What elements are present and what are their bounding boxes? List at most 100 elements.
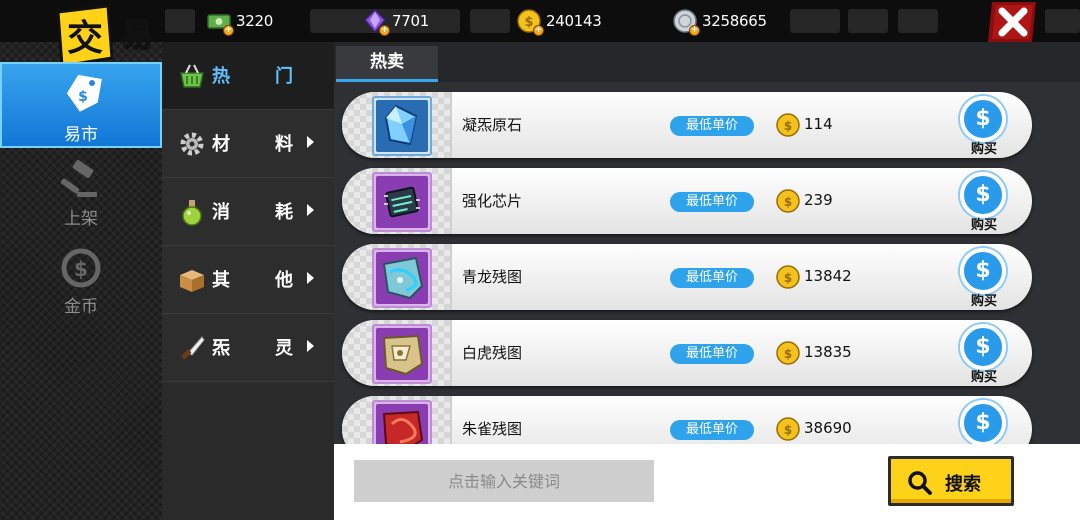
tab-hot-sale[interactable]: 热卖	[336, 46, 438, 82]
lowest-price-badge: 最低单价	[670, 192, 754, 212]
currency-gold[interactable]: $ + 240143	[516, 8, 602, 36]
lowest-price-badge: 最低单价	[670, 420, 754, 440]
category-materials[interactable]: 材 料	[162, 110, 334, 178]
azure-map-fragment-icon	[376, 252, 428, 304]
category-char: 炁	[212, 338, 230, 359]
potion-icon	[182, 200, 202, 226]
knife-icon	[181, 336, 205, 360]
chevron-right-icon	[307, 204, 314, 216]
nav-gold[interactable]: $ 金币	[0, 236, 162, 322]
magnifier-icon	[908, 471, 932, 495]
price-tag-icon: $	[66, 74, 102, 112]
svg-text:$: $	[784, 119, 792, 133]
add-icon: +	[223, 25, 234, 36]
svg-text:$: $	[524, 15, 533, 30]
svg-text:$: $	[784, 271, 792, 285]
search-input[interactable]	[354, 460, 654, 502]
nav-label: 金币	[64, 297, 98, 317]
blue-crystal-icon	[376, 100, 428, 152]
listing-row[interactable]: 白虎残图 最低单价 $ 13835 $ 购买	[342, 320, 1032, 386]
gold-coin-icon: $	[776, 113, 800, 137]
currency-silver[interactable]: + 3258665	[672, 8, 767, 36]
row-divider	[450, 244, 452, 310]
category-char: 消	[212, 202, 230, 223]
add-icon: +	[533, 25, 544, 36]
buy-label: 购买	[970, 294, 997, 309]
currency-value: 7701	[392, 12, 429, 30]
search-bar: 搜索	[334, 444, 1080, 520]
category-char: 其	[212, 270, 230, 291]
coin-dollar-icon: $	[61, 248, 101, 288]
top-bar-segment	[165, 9, 195, 33]
top-bar-segment	[848, 9, 888, 33]
dollar-icon: $	[960, 248, 1006, 294]
item-price: 13842	[804, 267, 852, 285]
category-consumables[interactable]: 消 耗	[162, 178, 334, 246]
listing-row[interactable]: 青龙残图 最低单价 $ 13842 $ 购买	[342, 244, 1032, 310]
close-button[interactable]	[986, 0, 1038, 44]
silver-coin-icon: +	[672, 8, 700, 36]
chevron-right-icon	[307, 340, 314, 352]
category-char: 他	[275, 270, 293, 291]
buy-label: 购买	[970, 218, 997, 233]
lowest-price-badge: 最低单价	[670, 268, 754, 288]
dollar-icon: $	[960, 324, 1006, 370]
close-x-icon	[988, 2, 1036, 42]
category-spirit[interactable]: 炁 灵	[162, 314, 334, 382]
svg-text:$: $	[784, 347, 792, 361]
category-other[interactable]: 其 他	[162, 246, 334, 314]
buy-label: 购买	[970, 370, 997, 385]
gear-icon	[180, 132, 204, 156]
item-price: 13835	[804, 343, 852, 361]
buy-button[interactable]: $ 购买	[956, 248, 1012, 310]
item-name: 白虎残图	[462, 344, 523, 362]
lowest-price-badge: 最低单价	[670, 116, 754, 136]
category-hot[interactable]: 热 门	[162, 42, 334, 110]
item-price: 239	[804, 191, 833, 209]
buy-button[interactable]: $ 购买	[956, 172, 1012, 234]
category-char: 耗	[275, 202, 293, 223]
top-bar-segment	[470, 9, 510, 33]
gold-coin-icon: $	[776, 417, 800, 441]
gold-coin-icon: $ +	[516, 8, 544, 36]
listing-row[interactable]: 凝炁原石 最低单价 $ 114 $ 购买	[342, 92, 1032, 158]
category-char: 热	[212, 66, 230, 87]
basket-icon	[180, 64, 204, 88]
category-char: 灵	[275, 338, 293, 359]
row-divider	[450, 168, 452, 234]
currency-crystal[interactable]: + 7701	[362, 8, 429, 36]
nav-listing[interactable]: 上架	[0, 148, 162, 234]
nav-market[interactable]: $ 易市	[0, 62, 162, 148]
currency-value: 3220	[236, 12, 273, 30]
item-slot	[372, 400, 432, 444]
currency-value: 3258665	[702, 12, 767, 30]
item-name: 朱雀残图	[462, 420, 523, 438]
cash-icon: +	[206, 8, 234, 36]
add-icon: +	[689, 25, 700, 36]
row-divider	[450, 92, 452, 158]
currency-cash[interactable]: + 3220	[206, 8, 273, 36]
tab-bar: 热卖	[334, 42, 1080, 82]
item-slot	[372, 172, 432, 232]
top-bar-segment	[790, 9, 840, 33]
item-name: 强化芯片	[462, 192, 523, 210]
row-divider	[450, 320, 452, 386]
vermilion-map-fragment-icon	[376, 404, 428, 444]
dollar-icon: $	[960, 400, 1006, 444]
buy-button[interactable]: $ 购买	[956, 324, 1012, 386]
chevron-right-icon	[307, 272, 314, 284]
item-slot	[372, 96, 432, 156]
buy-button[interactable]: $ 购买	[956, 96, 1012, 158]
search-button[interactable]: 搜索	[888, 456, 1014, 506]
purple-crystal-icon: +	[362, 8, 390, 36]
item-name: 青龙残图	[462, 268, 523, 286]
gold-coin-icon: $	[776, 341, 800, 365]
listing-row[interactable]: 朱雀残图 最低单价 $ 38690 $ 购买	[342, 396, 1032, 444]
buy-button[interactable]: $ 购买	[956, 400, 1012, 444]
white-tiger-map-fragment-icon	[376, 328, 428, 380]
gavel-icon	[60, 159, 97, 197]
gold-coin-icon: $	[776, 189, 800, 213]
listing-row[interactable]: 强化芯片 最低单价 $ 239 $ 购买	[342, 168, 1032, 234]
buy-label: 购买	[970, 142, 997, 157]
item-name: 凝炁原石	[462, 116, 523, 134]
